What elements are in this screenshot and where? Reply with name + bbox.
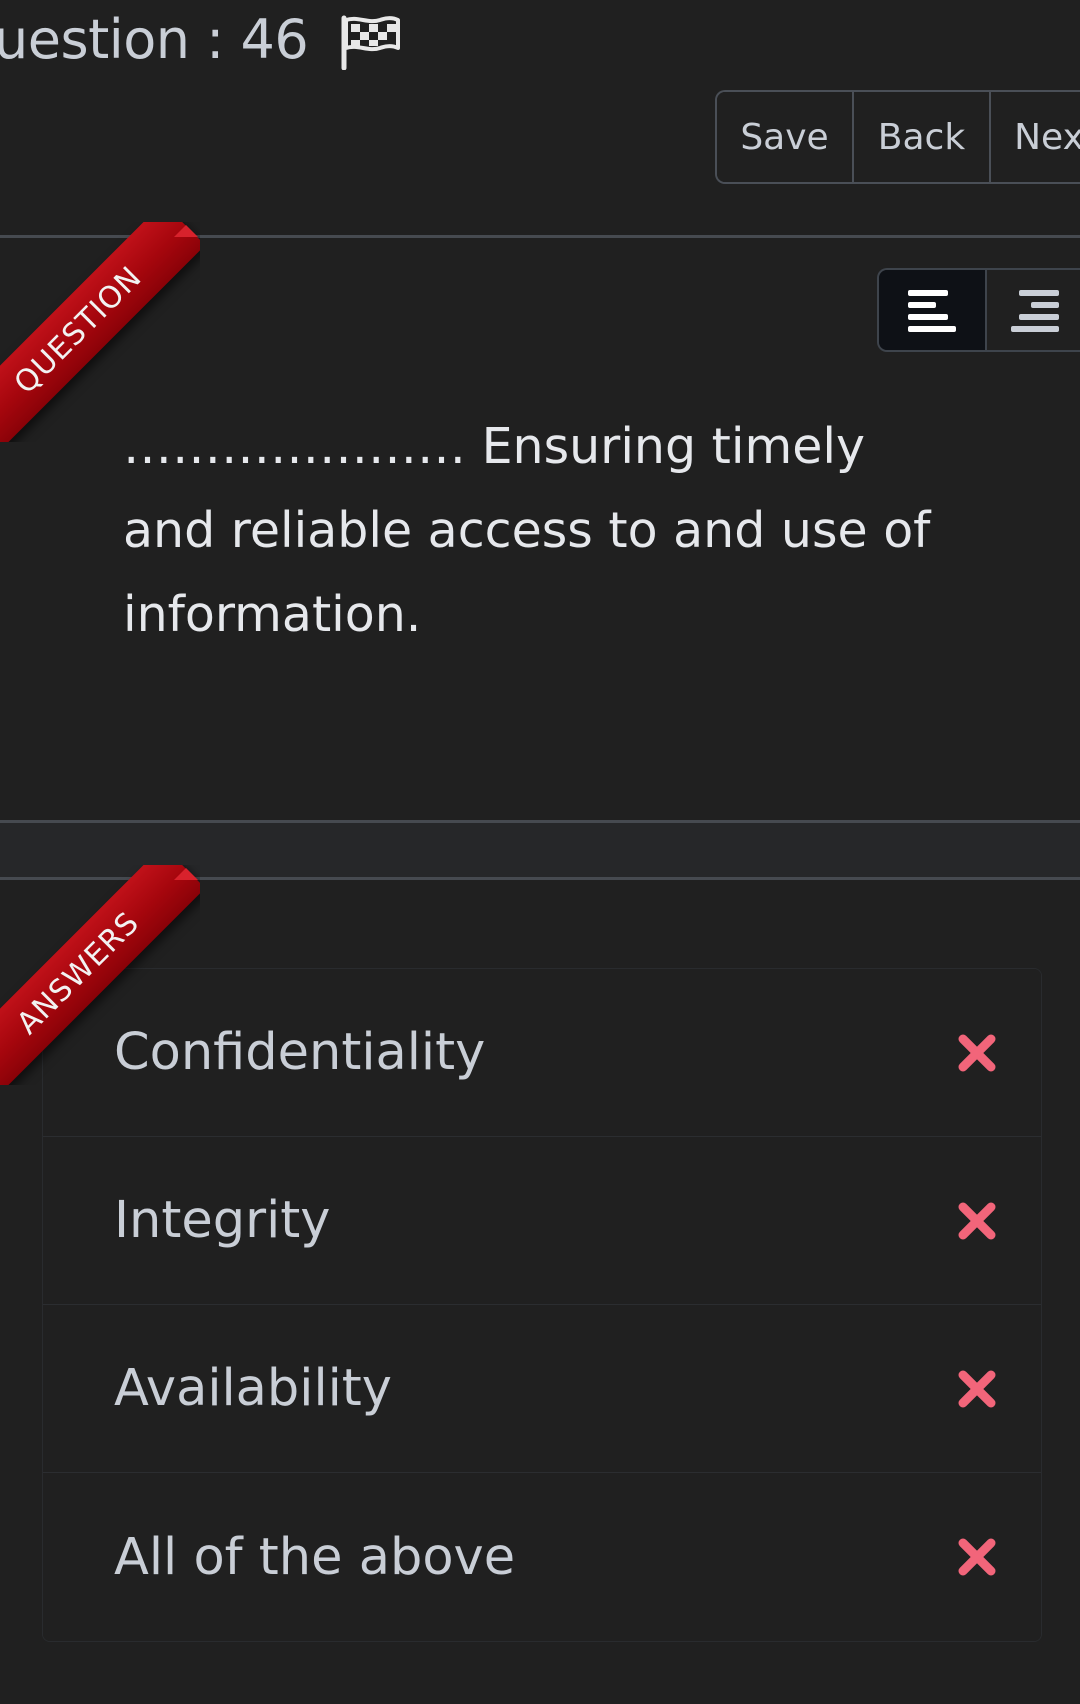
x-icon [958,1370,996,1407]
answer-label: Integrity [114,1191,331,1250]
answers-ribbon-fold [174,868,198,880]
flag-icon[interactable] [340,14,402,70]
answer-option[interactable]: Availability [43,1305,1041,1473]
answer-label: Availability [114,1359,392,1418]
question-ribbon-fold [174,225,198,237]
x-icon [958,1538,996,1576]
save-button[interactable]: Save [717,92,854,182]
align-right-button[interactable] [987,270,1080,350]
align-left-button[interactable] [879,270,987,350]
answer-option[interactable]: Integrity [43,1137,1041,1305]
next-button[interactable]: Nex [991,92,1080,182]
navigation-button-group: Save Back Nex [715,90,1080,184]
answer-label: All of the above [114,1527,516,1587]
answers-ribbon: ANSWERS [0,865,200,1085]
x-icon [958,1202,996,1239]
answer-option[interactable]: All of the above [43,1473,1041,1641]
align-right-icon [1010,290,1059,332]
x-icon [958,1034,996,1071]
answers-ribbon-container: ANSWERS [0,865,200,1085]
align-left-icon [908,290,956,332]
text-align-toggle [877,268,1080,352]
question-number-title: uestion : 46 [0,7,309,71]
question-text: ………………… Ensuring timely and reliable acc… [123,418,931,643]
back-button[interactable]: Back [854,92,991,182]
